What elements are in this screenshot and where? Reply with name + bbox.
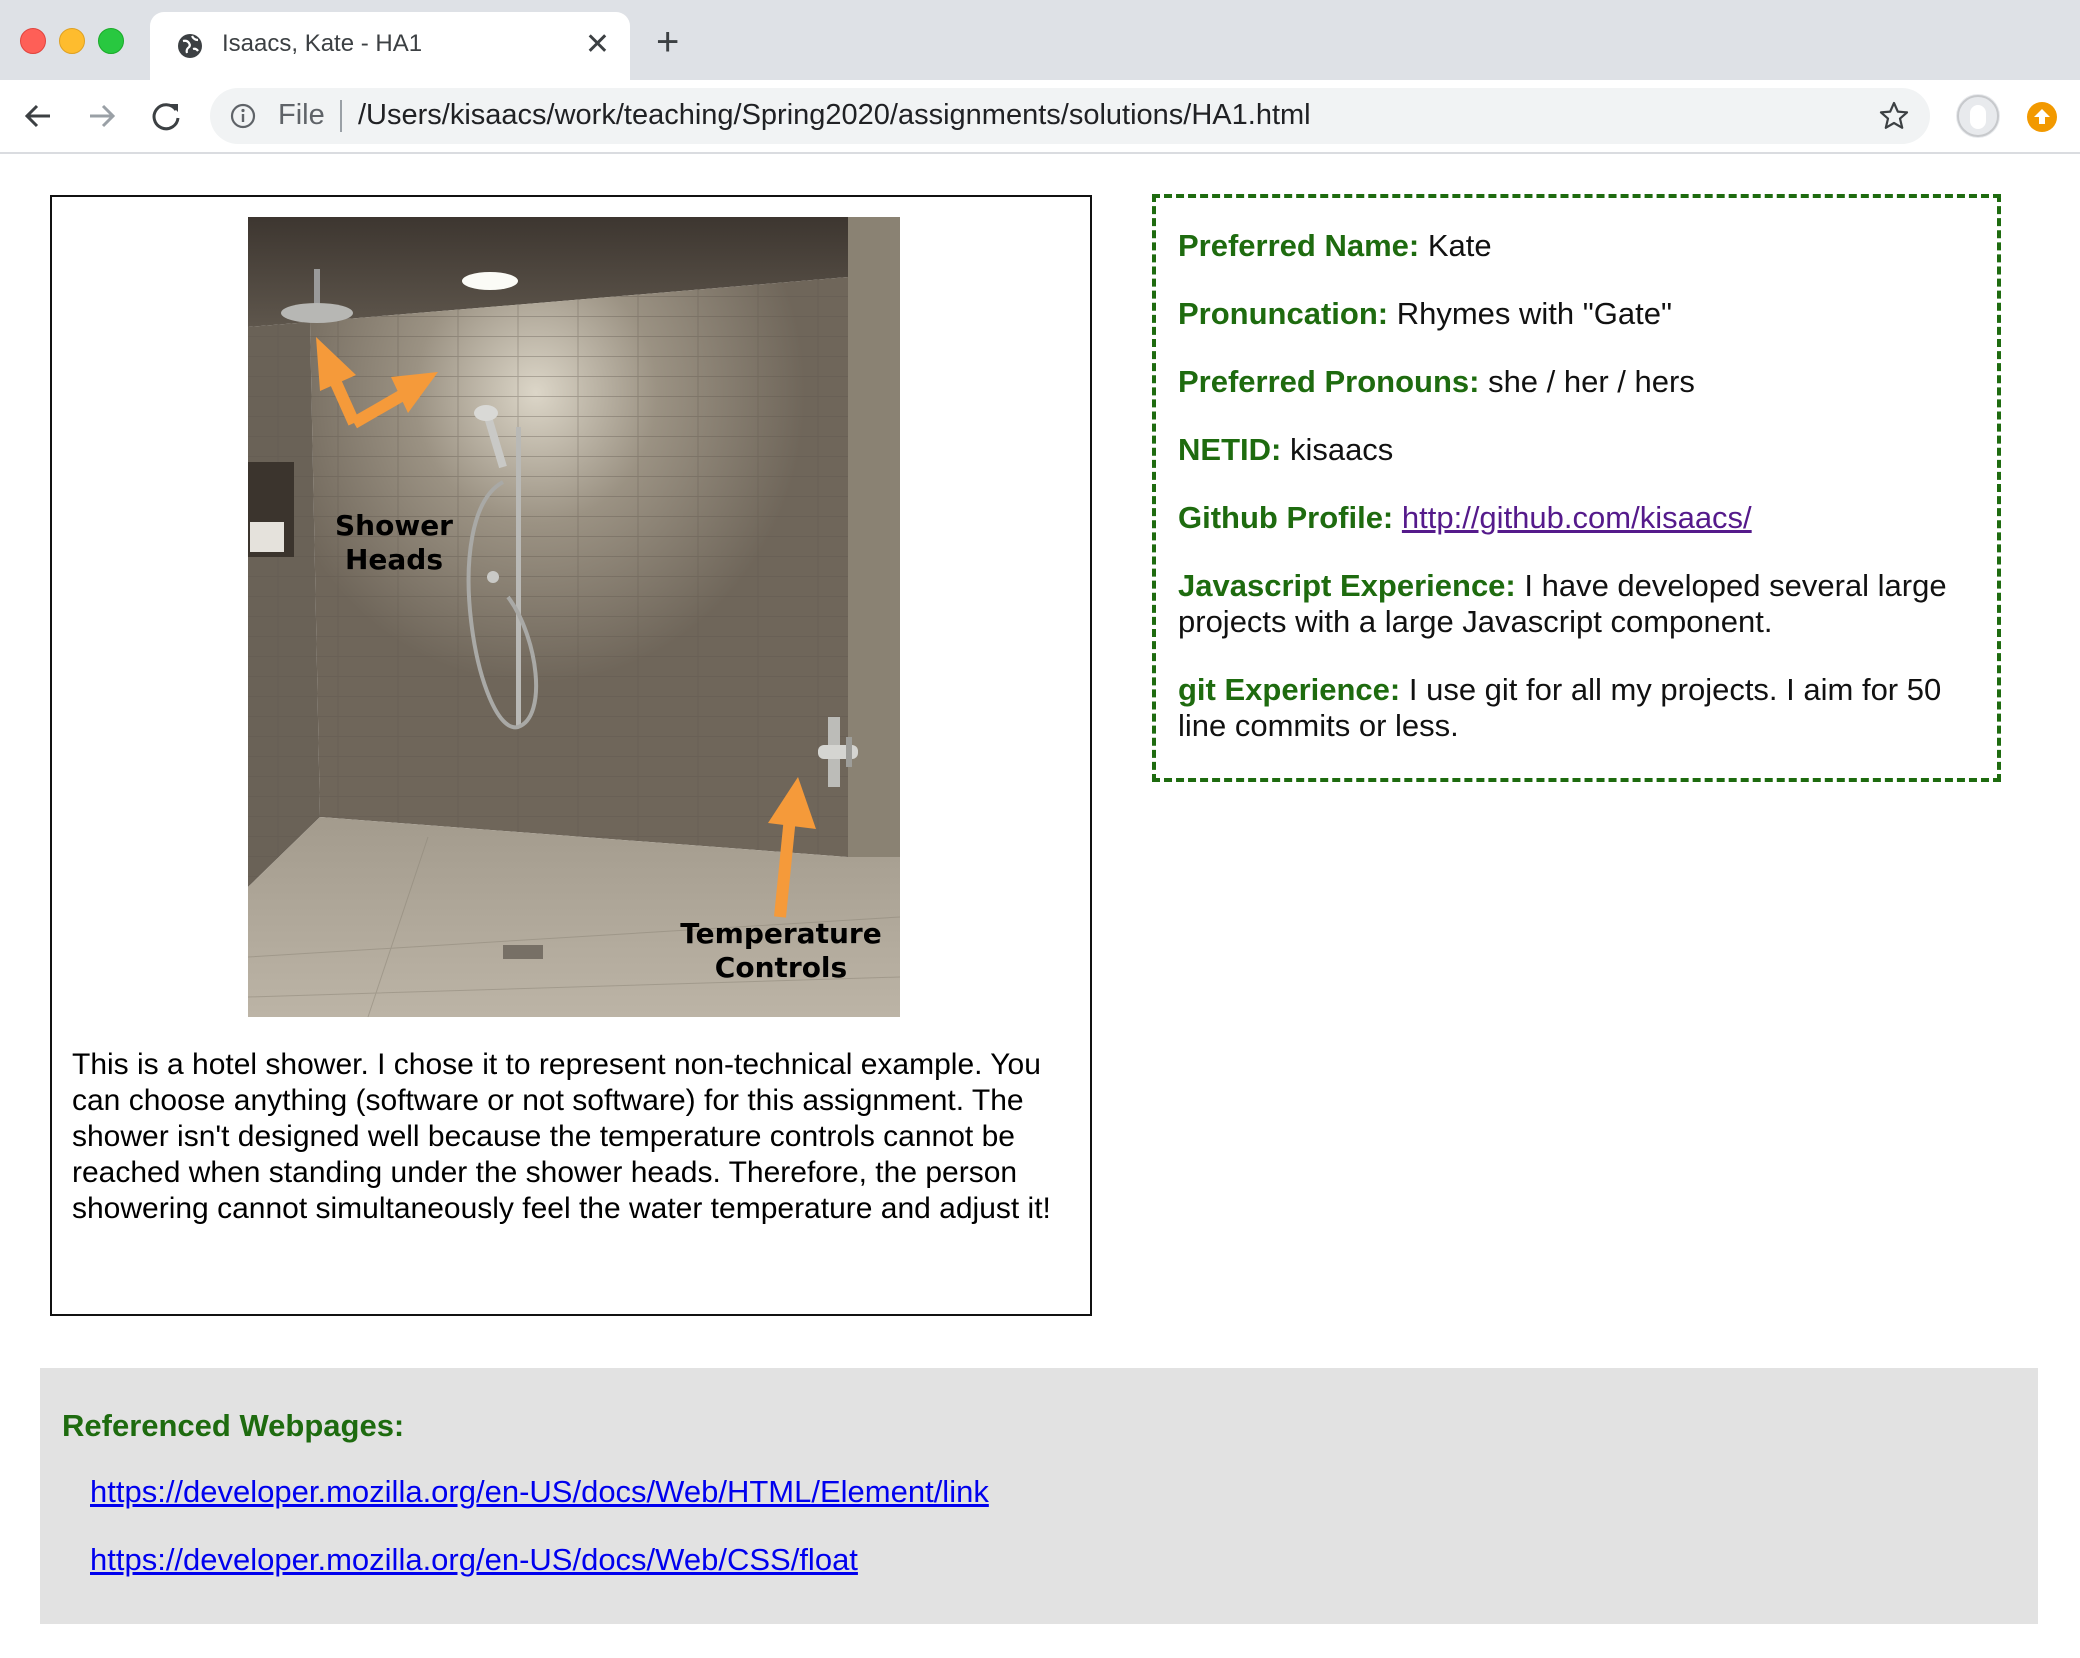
- field-git: git Experience: I use git for all my pro…: [1178, 672, 1977, 744]
- field-label: git Experience:: [1178, 672, 1401, 707]
- field-label: Pronuncation:: [1178, 296, 1389, 331]
- close-icon[interactable]: ✕: [585, 28, 610, 62]
- github-link[interactable]: http://github.com/kisaacs/: [1402, 500, 1752, 535]
- shower-photo: Shower Heads Temperature Controls: [248, 217, 900, 1017]
- update-button[interactable]: [2027, 102, 2057, 132]
- field-netid: NETID: kisaacs: [1178, 432, 1977, 468]
- tab-active[interactable]: Isaacs, Kate - HA1 ✕: [150, 12, 630, 80]
- tab-title: Isaacs, Kate - HA1: [222, 30, 423, 57]
- info-icon[interactable]: [230, 103, 256, 129]
- reference-link[interactable]: https://developer.mozilla.org/en-US/docs…: [90, 1542, 858, 1578]
- browser-tab-bar: Isaacs, Kate - HA1 ✕ +: [0, 0, 2080, 80]
- field-value: she / her / hers: [1479, 364, 1695, 399]
- star-icon[interactable]: [1878, 100, 1910, 132]
- shower-heads-label: Shower Heads: [334, 509, 453, 576]
- scheme-label: File: [278, 99, 325, 131]
- url-text[interactable]: /Users/kisaacs/work/teaching/Spring2020/…: [358, 99, 1311, 132]
- field-label: Javascript Experience:: [1178, 568, 1516, 603]
- field-value: Rhymes with "Gate": [1388, 296, 1672, 331]
- update-arrow-icon: [2034, 109, 2050, 124]
- forward-arrow-icon[interactable]: [82, 96, 122, 136]
- profile-box: Preferred Name: Kate Pronuncation: Rhyme…: [1152, 194, 2001, 782]
- references-title: Referenced Webpages:: [62, 1408, 405, 1443]
- window-zoom-button[interactable]: [98, 28, 124, 54]
- profile-icon: [1957, 95, 1999, 137]
- field-label: NETID:: [1178, 432, 1282, 467]
- globe-icon: [178, 34, 202, 58]
- shower-illustration: [248, 217, 900, 1017]
- field-pronunciation: Pronuncation: Rhymes with "Gate": [1178, 296, 1977, 332]
- example-card: Shower Heads Temperature Controls This i…: [50, 195, 1092, 1316]
- plus-icon[interactable]: +: [656, 22, 679, 62]
- field-label: Github Profile:: [1178, 500, 1394, 535]
- window-minimize-button[interactable]: [59, 28, 85, 54]
- back-arrow-icon[interactable]: [18, 96, 58, 136]
- example-caption: This is a hotel shower. I chose it to re…: [72, 1048, 1051, 1225]
- field-pronouns: Preferred Pronouns: she / her / hers: [1178, 364, 1977, 400]
- field-label: Preferred Pronouns:: [1178, 364, 1480, 399]
- address-bar[interactable]: File /Users/kisaacs/work/teaching/Spring…: [210, 88, 1930, 144]
- field-preferred-name: Preferred Name: Kate: [1178, 228, 1977, 264]
- field-value: kisaacs: [1281, 432, 1394, 467]
- reference-link[interactable]: https://developer.mozilla.org/en-US/docs…: [90, 1474, 989, 1510]
- reload-icon[interactable]: [146, 96, 186, 136]
- temperature-controls-label: Temperature Controls: [680, 917, 882, 984]
- field-javascript: Javascript Experience: I have developed …: [1178, 568, 1977, 640]
- field-value: Kate: [1419, 228, 1492, 263]
- field-github: Github Profile: http://github.com/kisaac…: [1178, 500, 1977, 536]
- references-section: Referenced Webpages: https://developer.m…: [40, 1368, 2038, 1624]
- field-label: Preferred Name:: [1178, 228, 1420, 263]
- browser-toolbar: File /Users/kisaacs/work/teaching/Spring…: [0, 80, 2080, 154]
- window-close-button[interactable]: [20, 28, 46, 54]
- avatar[interactable]: [1956, 94, 2000, 138]
- url-separator: [340, 100, 342, 132]
